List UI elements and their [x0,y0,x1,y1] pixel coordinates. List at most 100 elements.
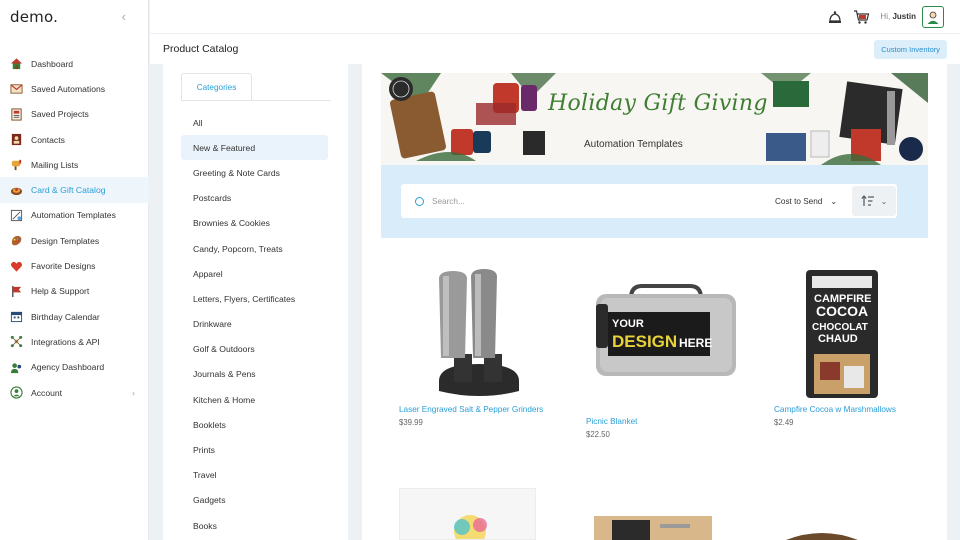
sidebar-item-label: Agency Dashboard [31,362,105,373]
category-item[interactable]: Booklets [181,412,328,437]
palette-icon [9,234,23,248]
sidebar-item-help-support[interactable]: Help & Support [0,279,149,304]
category-item[interactable]: Kitchen & Home [181,387,328,412]
sidebar-item-label: Birthday Calendar [31,311,100,322]
sidebar-item-dashboard[interactable]: Dashboard [0,51,149,76]
sidebar-item-account[interactable]: Account › [0,380,149,405]
category-item[interactable]: Postcards [181,186,328,211]
category-item[interactable]: Journals & Pens [181,362,328,387]
sidebar-item-label: Design Templates [31,235,100,246]
categories-panel: Categories All New & Featured Greeting &… [163,64,348,540]
sort-select-value: Cost to Send [775,196,823,206]
house-icon [9,57,23,71]
category-item[interactable]: Apparel [181,261,328,286]
sidebar-item-mailing-lists[interactable]: Mailing Lists [0,152,149,177]
product-card-partial[interactable] [786,530,858,540]
catalog-main: Holiday Gift Giving Automation Templates… [362,64,947,540]
sort-select[interactable]: Cost to Send ⌄ [775,197,837,206]
avatar[interactable] [922,5,944,28]
sidebar-item-label: Favorite Designs [31,261,96,272]
product-image [612,520,690,540]
custom-inventory-button[interactable]: Custom Inventory [874,39,947,59]
product-image [454,515,487,539]
sidebar-item-saved-projects[interactable]: Saved Projects [0,102,149,127]
category-item[interactable]: Letters, Flyers, Certificates [181,286,328,311]
search-input[interactable] [432,196,752,206]
product-card-partial[interactable] [594,516,712,540]
cart-icon[interactable] [852,8,870,26]
category-list: All New & Featured Greeting & Note Cards… [181,110,328,538]
page-title: Product Catalog [163,43,239,55]
blanket-text-design: DESIGN [612,332,677,351]
category-item[interactable]: Candy, Popcorn, Treats [181,236,328,261]
product-card[interactable]: YOUR DESIGN HERE Picnic Blanket $22.50 [586,266,746,439]
app-logo[interactable]: demo. [10,8,58,26]
sidebar-item-automation-templates[interactable]: Automation Templates [0,203,149,228]
chevron-left-icon[interactable]: ‹ [122,9,126,24]
user-greeting: Hi, Justin [880,12,916,21]
search-icon [415,196,424,206]
product-price: $39.99 [399,418,423,427]
sidebar-item-favorite-designs[interactable]: Favorite Designs [0,253,149,278]
projects-icon [9,107,23,121]
banner-artwork [381,73,928,165]
sort-ascending-icon [860,195,874,206]
sidebar: demo. ‹ Dashboard Saved Automations Save… [0,0,149,540]
category-item[interactable]: Prints [181,437,328,462]
sidebar-item-label: Help & Support [31,286,90,297]
sidebar-item-agency-dashboard[interactable]: Agency Dashboard [0,355,149,380]
product-name[interactable]: Picnic Blanket [586,416,746,428]
sidebar-item-label: Mailing Lists [31,159,79,170]
agency-icon [9,360,23,374]
product-image [786,533,858,540]
sidebar-item-birthday-calendar[interactable]: Birthday Calendar [0,304,149,329]
product-name[interactable]: Laser Engraved Salt & Pepper Grinders [399,404,559,416]
logo-row: demo. ‹ [0,0,148,33]
cocoa-text-chocolat: CHOCOLAT [812,322,868,333]
category-item[interactable]: Brownies & Cookies [181,211,328,236]
category-item[interactable]: Drinkware [181,312,328,337]
templates-icon [9,208,23,222]
chevron-down-icon: ⌄ [880,196,888,206]
chevron-down-icon: ⌄ [830,196,838,206]
sidebar-item-label: Saved Automations [31,83,106,94]
product-card[interactable]: Laser Engraved Salt & Pepper Grinders $3… [399,266,559,427]
holiday-banner[interactable]: Holiday Gift Giving Automation Templates [381,73,928,165]
automation-icon [9,82,23,96]
sidebar-item-integrations-api[interactable]: Integrations & API [0,329,149,354]
tab-categories[interactable]: Categories [181,73,252,101]
top-bar: Hi, Justin [150,0,960,33]
sidebar-item-card-gift-catalog[interactable]: Card & Gift Catalog [0,177,149,203]
sidebar-item-label: Automation Templates [31,210,116,221]
product-image[interactable]: CAMPFIRE COCOA CHOCOLAT CHAUD [774,266,934,401]
product-name[interactable]: Campfire Cocoa w Marshmallows [774,404,934,416]
sort-order-button[interactable]: ⌄ [852,186,896,216]
product-card[interactable]: CAMPFIRE COCOA CHOCOLAT CHAUD Campfire C… [774,266,934,427]
sidebar-item-design-templates[interactable]: Design Templates [0,228,149,253]
sidebar-item-contacts[interactable]: Contacts [0,127,149,152]
sidebar-item-label: Contacts [31,134,65,145]
sidebar-item-label: Account [31,387,63,398]
product-price: $2.49 [774,418,794,427]
sidebar-item-label: Dashboard [31,58,74,69]
sidebar-item-label: Saved Projects [31,109,89,120]
category-item[interactable]: Travel [181,463,328,488]
blanket-text-here: HERE [679,336,712,350]
sidebar-item-label: Integrations & API [31,336,100,347]
product-price: $22.50 [586,430,610,439]
category-item[interactable]: Golf & Outdoors [181,337,328,362]
product-card-partial[interactable] [399,488,536,540]
product-image[interactable]: YOUR DESIGN HERE [586,266,746,401]
user-name: Justin [892,12,916,21]
category-item[interactable]: All [181,110,328,135]
bell-icon[interactable] [826,8,844,26]
category-item-active[interactable]: New & Featured [181,135,328,161]
category-item[interactable]: Books [181,513,328,538]
search-bar: Cost to Send ⌄ ⌄ [401,184,897,218]
category-item[interactable]: Gadgets [181,488,328,513]
category-item[interactable]: Greeting & Note Cards [181,160,328,185]
contacts-icon [9,133,23,147]
sidebar-item-saved-automations[interactable]: Saved Automations [0,76,149,101]
product-image[interactable] [399,266,559,401]
tab-divider [181,100,331,101]
